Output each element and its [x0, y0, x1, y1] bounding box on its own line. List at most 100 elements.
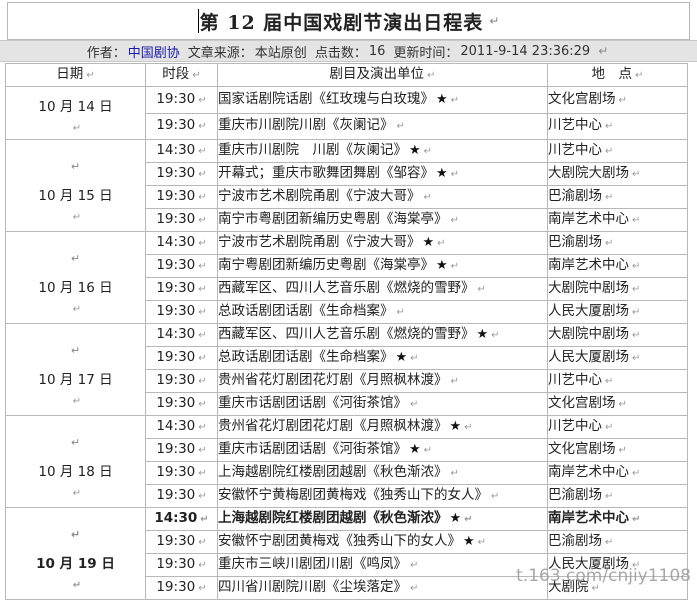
program-text: 总政话剧团话剧《生命档案》: [218, 303, 394, 319]
return-mark-icon: ↵: [605, 121, 614, 133]
program-text: 宁波市艺术剧院甬剧《宁波大哥》: [218, 188, 421, 204]
return-mark-icon: ↵: [86, 70, 95, 81]
venue-cell: 文化宫剧场 ↵: [547, 438, 688, 462]
text-cursor: [197, 9, 199, 33]
date-label: 10 月 17 日: [38, 372, 113, 388]
time-text: 19:30: [156, 280, 196, 296]
time-text: 19:30: [156, 117, 196, 134]
author-link[interactable]: 中国剧协: [128, 42, 180, 61]
time-cell: 19:30 ↵: [145, 438, 218, 462]
time-cell: 19:30 ↵: [145, 346, 218, 370]
return-mark-icon: ↵: [450, 376, 459, 387]
program-cell: 南宁粤剧团新编历史粤剧《海棠亭》 ★ ↵: [217, 254, 548, 278]
header-venue: 地 点 ↵: [547, 63, 688, 87]
source-value: 本站原创: [254, 45, 307, 61]
time-text: 14:30: [156, 326, 196, 342]
return-mark-icon: ↵: [198, 399, 207, 410]
return-mark-icon: ↵: [72, 212, 82, 223]
venue-text: 大剧院中剧场: [548, 280, 630, 296]
return-mark-icon: ↵: [632, 215, 641, 226]
program-text: 贵州省花灯剧团花灯剧《月照枫林渡》: [218, 418, 448, 434]
return-mark-icon: ↵: [605, 422, 614, 433]
time-text: 14:30: [156, 418, 196, 434]
venue-text: 人民大厦剧场: [548, 349, 630, 365]
return-mark-icon: ↵: [70, 344, 81, 357]
time-text: 19:30: [156, 556, 196, 572]
table-row: ↵ 10 月 16 日 ↵ 14:30 ↵ 宁波市艺术剧院甬剧《宁波大哥》 ★ ↵ 巴渝剧场 ↵: [5, 231, 688, 324]
time-cell: 19:30 ↵: [145, 254, 218, 278]
return-mark-icon: ↵: [198, 121, 207, 133]
star-icon: ★: [436, 91, 448, 107]
return-mark-icon: ↵: [72, 123, 82, 134]
program-cell: 国家话剧院话剧《红玫瑰与白玫瑰》 ★ ↵: [217, 86, 548, 114]
return-mark-icon: ↵: [605, 146, 614, 157]
time-text: 19:30: [156, 464, 196, 480]
venue-text: 南岸艺术中心: [548, 257, 630, 273]
time-text: 19:30: [156, 257, 196, 273]
venue-cell: 巴渝剧场 ↵: [547, 185, 688, 209]
venue-cell: 大剧院中剧场 ↵: [547, 323, 688, 347]
venue-cell: 南岸艺术中心 ↵: [547, 461, 688, 485]
star-icon: ★: [436, 166, 448, 181]
program-text: 西藏军区、四川人艺音乐剧《燃烧的雪野》: [218, 280, 475, 296]
program-cell: 重庆市三峡川剧团川剧《鸣凤》 ↵: [217, 553, 548, 577]
time-text: 14:30: [156, 234, 196, 250]
return-mark-icon: ↵: [618, 94, 627, 106]
venue-text: 巴渝剧场: [548, 188, 603, 204]
table-header-row: 日期 ↵ 时段 ↵ 剧目及演出单位 ↵ 地 点 ↵: [5, 63, 688, 87]
program-text: 重庆市川剧院川剧《灰阑记》: [218, 117, 394, 134]
program-cell: 贵州省花灯剧团花灯剧《月照枫林渡》 ★ ↵: [217, 415, 548, 439]
return-mark-icon: ↵: [464, 514, 473, 525]
venue-cell: 巴渝剧场 ↵: [547, 231, 688, 255]
return-mark-icon: ↵: [198, 376, 207, 387]
table-row: ↵ 10 月 17 日 ↵ 14:30 ↵ 西藏军区、四川人艺音乐剧《燃烧的雪野》 ★ ↵ 大剧…: [5, 323, 688, 416]
return-mark-icon: ↵: [437, 238, 446, 249]
time-cell: 19:30 ↵: [145, 185, 218, 209]
star-icon: ★: [409, 143, 421, 158]
venue-cell: 川艺中心 ↵: [547, 415, 688, 439]
program-text: 四川省川剧院川剧《尘埃落定》: [218, 579, 408, 595]
time-cell: 19:30 ↵: [145, 277, 218, 301]
venue-cell: 大剧院中剧场 ↵: [547, 277, 688, 301]
time-text: 19:30: [156, 395, 196, 411]
time-cell: 19:30 ↵: [145, 112, 218, 140]
return-mark-icon: ↵: [491, 491, 500, 502]
return-mark-icon: ↵: [72, 580, 82, 591]
program-cell: 宁波市艺术剧院甬剧《宁波大哥》 ★ ↵: [217, 231, 548, 255]
return-mark-icon: ↵: [198, 284, 207, 295]
return-mark-icon: ↵: [198, 307, 207, 318]
return-mark-icon: ↵: [605, 491, 614, 502]
time-text: 19:30: [156, 188, 196, 204]
program-cell: 安徽怀宁黄梅剧团黄梅戏《独秀山下的女人》 ↵: [217, 484, 548, 508]
return-mark-icon: ↵: [423, 192, 432, 203]
program-text: 重庆市话剧团话剧《河街茶馆》: [218, 441, 408, 457]
venue-text: 大剧院大剧场: [548, 165, 630, 181]
return-mark-icon: ↵: [198, 445, 207, 456]
time-cell: 19:30 ↵: [145, 86, 218, 114]
return-mark-icon: ↵: [70, 528, 81, 541]
return-mark-icon: ↵: [605, 537, 614, 548]
time-text: 19:30: [156, 211, 196, 227]
return-mark-icon: ↵: [423, 445, 433, 456]
time-text: 19:30: [156, 487, 196, 503]
program-cell: 重庆市话剧团话剧《河街茶馆》 ↵: [217, 392, 548, 416]
venue-text: 文化宫剧场: [548, 395, 616, 411]
venue-cell: 南岸艺术中心 ↵: [547, 254, 688, 278]
return-mark-icon: ↵: [198, 583, 207, 594]
program-text: 开幕式；重庆市歌舞团舞剧《邹容》: [218, 165, 435, 181]
program-cell: 重庆市川剧院 川剧《灰阑记》 ★ ↵: [217, 139, 548, 163]
program-text: 南宁粤剧团新编历史粤剧《海棠亭》: [218, 257, 435, 273]
venue-cell: 人民大厦剧场 ↵: [547, 300, 688, 324]
venue-text: 文化宫剧场: [548, 90, 616, 107]
return-mark-icon: ↵: [632, 468, 641, 479]
table-row: 10 月 14 日 ↵ 19:30 ↵ 国家话剧院话剧《红玫瑰与白玫瑰》 ★ ↵ 文化宫剧场 ↵: [5, 86, 688, 140]
time-text: 19:30: [156, 165, 196, 181]
star-icon: ★: [449, 419, 462, 434]
header-time: 时段 ↵: [145, 63, 218, 87]
return-mark-icon: ↵: [427, 70, 436, 81]
venue-text: 巴渝剧场: [548, 234, 603, 250]
return-mark-icon: ↵: [198, 422, 207, 433]
venue-cell: 南岸艺术中心 ↵: [547, 208, 688, 232]
program-cell: 贵州省花灯剧团花灯剧《月照枫林渡》 ↵: [217, 369, 548, 393]
return-mark-icon: ↵: [70, 160, 81, 173]
